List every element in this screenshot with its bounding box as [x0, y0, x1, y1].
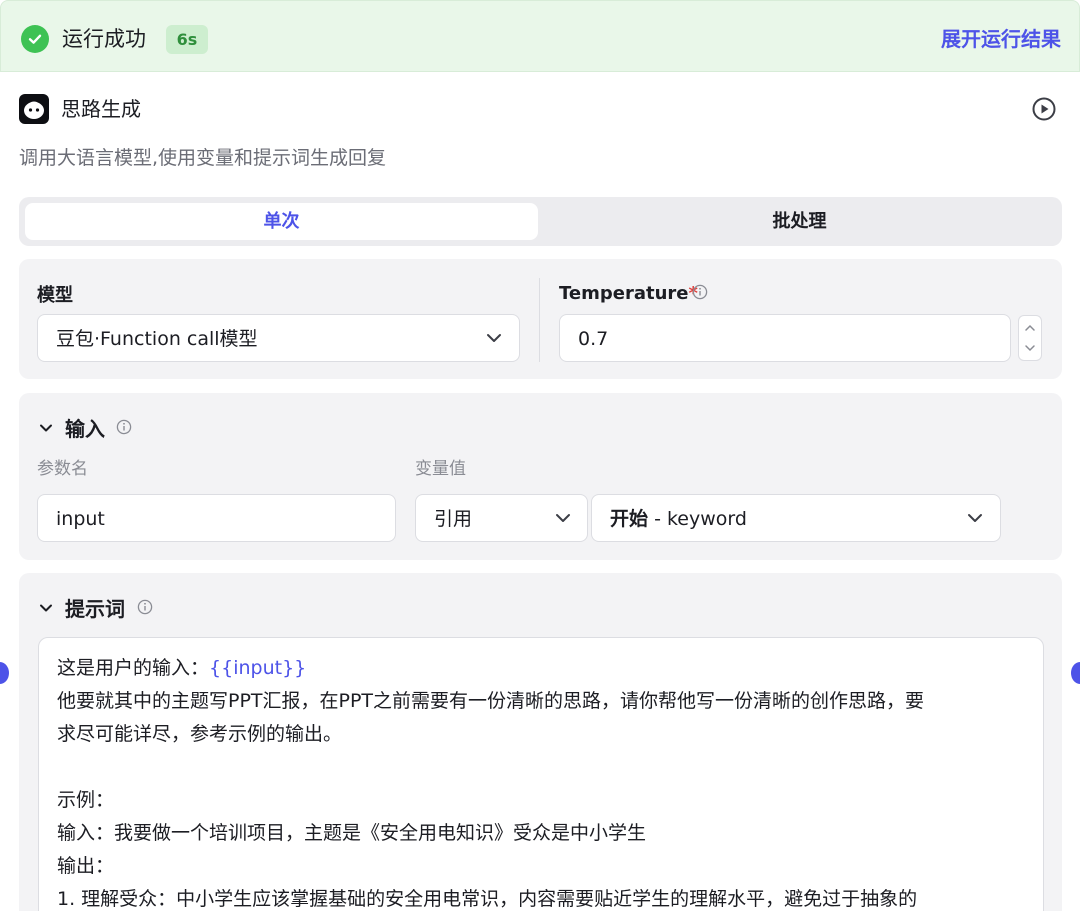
status-text: 运行成功 — [62, 27, 146, 51]
model-select[interactable]: 豆包·Function call模型 — [37, 314, 520, 362]
info-icon — [137, 599, 153, 615]
divider — [539, 278, 540, 362]
tab-batch[interactable]: 批处理 — [543, 203, 1056, 240]
chevron-down-icon — [968, 514, 982, 522]
temperature-stepper[interactable] — [1018, 315, 1042, 361]
ref-type-select[interactable]: 引用 — [415, 494, 588, 542]
prompt-line: 示例： — [57, 789, 115, 811]
info-icon — [116, 419, 132, 435]
input-section-title: 输入 — [65, 417, 105, 441]
model-label: 模型 — [37, 285, 73, 306]
stepper-arrows-icon — [1025, 324, 1035, 352]
param-name-label: 参数名 — [37, 459, 88, 479]
ref-var: keyword — [666, 508, 747, 530]
ref-separator: - — [654, 508, 661, 530]
prompt-line — [57, 751, 1025, 784]
param-name-value: input — [56, 508, 105, 530]
ref-type-value: 引用 — [434, 508, 473, 530]
temperature-value: 0.7 — [578, 328, 609, 350]
var-value-label: 变量值 — [415, 459, 466, 479]
play-circle-icon[interactable] — [1031, 96, 1057, 122]
mode-tabs: 单次 批处理 — [19, 197, 1062, 246]
model-value: 豆包·Function call模型 — [56, 328, 258, 350]
tab-single[interactable]: 单次 — [25, 203, 538, 240]
check-circle-icon — [21, 25, 49, 53]
prompt-line: 他要就其中的主题写PPT汇报，在PPT之前需要有一份清晰的思路，请你帮他写一份清… — [57, 690, 925, 712]
temperature-input[interactable]: 0.7 — [559, 314, 1011, 362]
expand-results-link[interactable]: 展开运行结果 — [941, 25, 1061, 53]
prompt-section-title: 提示词 — [65, 597, 125, 621]
duration-badge: 6s — [166, 25, 208, 54]
prompt-line: 求尽可能详尽，参考示例的输出。 — [57, 723, 343, 745]
llm-robot-icon — [19, 94, 49, 124]
node-description: 调用大语言模型,使用变量和提示词生成回复 — [19, 147, 387, 169]
node-title: 思路生成 — [61, 97, 141, 121]
chevron-down-icon — [487, 334, 501, 342]
param-name-input[interactable]: input — [37, 494, 396, 542]
chevron-down-icon — [556, 514, 570, 522]
temperature-label: Temperature* — [559, 283, 698, 304]
left-connection-handle[interactable] — [0, 662, 9, 684]
prompt-line: 1. 理解受众：中小学生应该掌握基础的安全用电常识，内容需要贴近学生的理解水平，… — [57, 888, 918, 910]
prompt-line: 这是用户的输入：{{input}} — [57, 657, 307, 679]
ref-variable-select[interactable]: 开始 - keyword — [591, 494, 1001, 542]
collapse-chevron-icon[interactable] — [38, 600, 54, 616]
prompt-line: 输出： — [57, 855, 115, 877]
ref-source: 开始 — [610, 508, 649, 530]
variable-token: {{input}} — [209, 657, 307, 679]
prompt-line: 输入：我要做一个培训项目，主题是《安全用电知识》受众是中小学生 — [57, 822, 647, 844]
prompt-editor[interactable]: 这是用户的输入：{{input}} 他要就其中的主题写PPT汇报，在PPT之前需… — [38, 637, 1044, 911]
collapse-chevron-icon[interactable] — [38, 420, 54, 436]
run-status-bar: 运行成功 6s 展开运行结果 — [0, 0, 1080, 72]
info-icon — [692, 284, 708, 300]
right-connection-handle[interactable] — [1071, 662, 1080, 684]
